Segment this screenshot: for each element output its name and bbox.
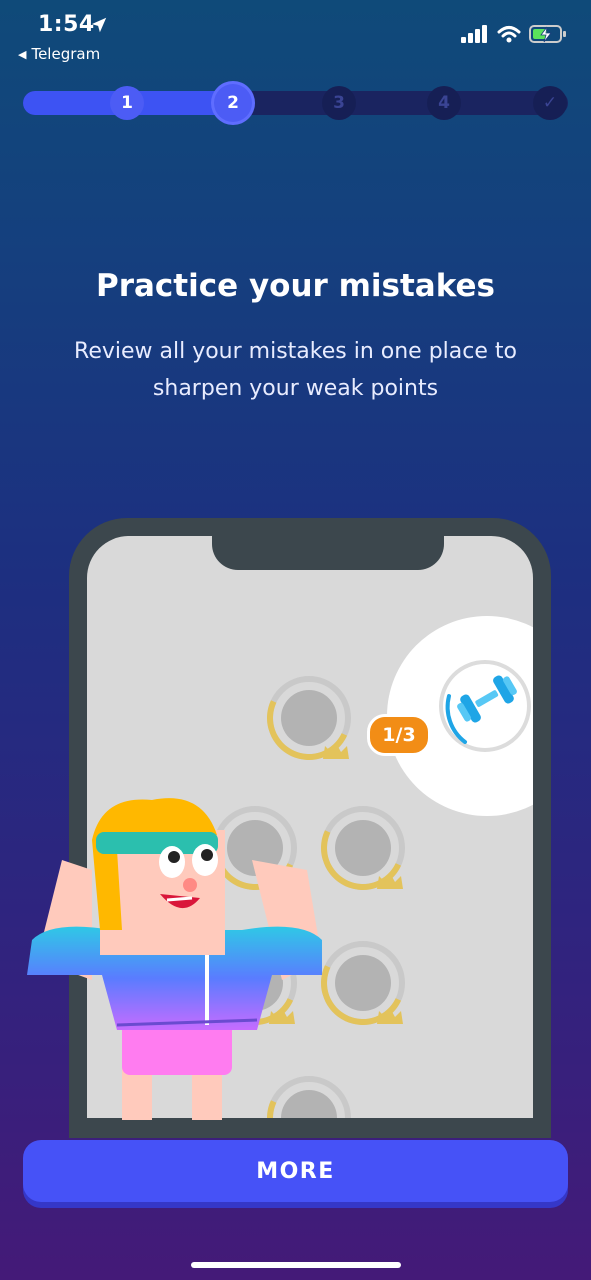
crown-icon bbox=[377, 1008, 403, 1024]
crown-icon bbox=[323, 743, 349, 759]
step-final-check: ✓ bbox=[533, 86, 567, 120]
step-3: 3 bbox=[322, 86, 356, 120]
crown-icon bbox=[377, 873, 403, 889]
back-to-app-link[interactable]: ◀ Telegram bbox=[18, 45, 100, 63]
status-time: 1:54 bbox=[38, 12, 95, 37]
signal-icon bbox=[461, 25, 487, 43]
page-title: Practice your mistakes bbox=[96, 268, 495, 304]
more-button[interactable]: MORE bbox=[23, 1140, 568, 1202]
page-subtitle: Review all your mistakes in one place to… bbox=[74, 339, 517, 401]
phone-notch bbox=[212, 536, 444, 570]
onboarding-progress: 1 2 3 4 ✓ bbox=[23, 84, 568, 122]
status-bar: 1:54 ◀ Telegram bbox=[0, 0, 591, 70]
battery-charging-icon bbox=[529, 25, 566, 43]
dumbbell-icon bbox=[457, 675, 517, 723]
character-illustration bbox=[27, 798, 322, 1120]
home-indicator[interactable] bbox=[191, 1262, 401, 1268]
step-2-current: 2 bbox=[214, 84, 252, 122]
back-app-label: Telegram bbox=[31, 45, 101, 63]
location-arrow-icon bbox=[91, 17, 107, 33]
system-icons bbox=[461, 24, 567, 44]
wifi-icon bbox=[497, 26, 521, 43]
step-1: 1 bbox=[110, 86, 144, 120]
back-triangle-icon: ◀ bbox=[18, 47, 27, 61]
practice-count-badge: 1/3 bbox=[367, 714, 431, 756]
step-4: 4 bbox=[427, 86, 461, 120]
